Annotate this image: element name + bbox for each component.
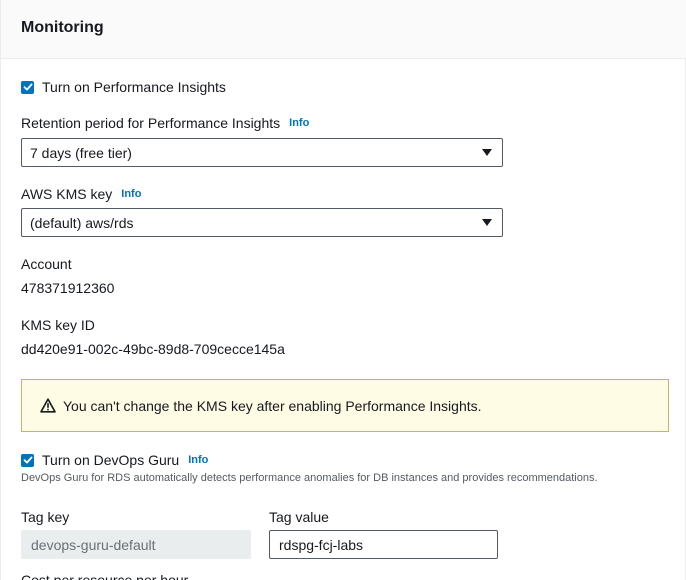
devops-guru-info-link[interactable]: Info — [188, 454, 208, 466]
kms-key-value: (default) aws/rds — [30, 215, 134, 231]
tag-key-input: devops-guru-default — [21, 530, 251, 559]
kms-info-link[interactable]: Info — [121, 188, 141, 200]
account-label: Account — [21, 256, 72, 272]
devops-guru-checkbox[interactable] — [21, 453, 34, 467]
kms-key-select[interactable]: (default) aws/rds — [21, 208, 503, 237]
retention-info-link[interactable]: Info — [289, 117, 309, 129]
caret-down-icon — [482, 149, 492, 156]
tag-value-input[interactable]: rdspg-fcj-labs — [269, 530, 498, 559]
checkmark-icon — [23, 83, 32, 91]
caret-down-icon — [482, 219, 492, 226]
kms-key-label: AWS KMS key Info — [21, 186, 141, 202]
kms-key-id-value: dd420e91-002c-49bc-89d8-709cecce145a — [21, 341, 285, 357]
kms-key-id-label: KMS key ID — [21, 317, 95, 333]
cost-per-resource-label: Cost per resource per hour — [21, 572, 189, 580]
tag-key-label: Tag key — [21, 509, 70, 525]
retention-period-value: 7 days (free tier) — [30, 145, 132, 161]
section-header: Monitoring — [1, 0, 686, 59]
tag-value-value: rdspg-fcj-labs — [279, 536, 364, 553]
account-value: 478371912360 — [21, 280, 115, 296]
checkmark-icon — [23, 456, 32, 464]
performance-insights-label: Turn on Performance Insights — [42, 79, 226, 95]
kms-key-text: AWS KMS key — [21, 186, 113, 202]
tag-key-value: devops-guru-default — [31, 536, 156, 553]
retention-period-select[interactable]: 7 days (free tier) — [21, 138, 503, 167]
monitoring-panel: Monitoring Turn on Performance Insights … — [0, 0, 686, 580]
kms-warning-alert: You can't change the KMS key after enabl… — [21, 379, 669, 432]
retention-period-label: Retention period for Performance Insight… — [21, 115, 309, 131]
tag-value-label: Tag value — [269, 509, 329, 525]
performance-insights-checkbox[interactable] — [21, 80, 34, 94]
section-title: Monitoring — [21, 19, 104, 36]
alert-message: You can't change the KMS key after enabl… — [63, 397, 482, 414]
devops-guru-label: Turn on DevOps Guru — [42, 452, 180, 468]
retention-period-text: Retention period for Performance Insight… — [21, 115, 281, 131]
warning-icon — [40, 398, 56, 413]
performance-insights-checkbox-row[interactable]: Turn on Performance Insights — [21, 79, 226, 95]
devops-guru-checkbox-row[interactable]: Turn on DevOps Guru Info — [21, 452, 208, 468]
devops-guru-description: DevOps Guru for RDS automatically detect… — [21, 472, 598, 484]
